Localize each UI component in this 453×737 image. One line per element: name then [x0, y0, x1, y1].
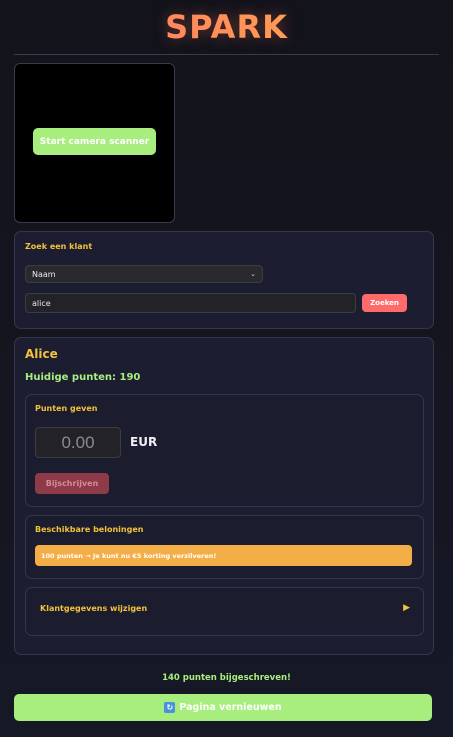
credit-button[interactable]: Bijschrijven — [35, 473, 109, 494]
header-divider — [14, 54, 439, 55]
app-logo: SPARK — [0, 8, 453, 46]
customer-name: Alice — [25, 347, 58, 361]
chevron-down-icon: ⌄ — [250, 270, 256, 278]
give-points-title: Punten geven — [35, 404, 98, 413]
rewards-title: Beschikbare beloningen — [35, 525, 144, 534]
give-points-section: Punten geven 0.00 EUR Bijschrijven — [25, 394, 424, 507]
edit-customer-section[interactable]: Klantgegevens wijzigen ▶ — [25, 587, 424, 636]
search-field-value: Naam — [32, 269, 56, 279]
expand-arrow-icon[interactable]: ▶ — [403, 603, 410, 613]
reward-item[interactable]: 100 punten → Je kunt nu €5 korting verzi… — [35, 545, 412, 566]
search-input[interactable]: alice — [25, 293, 356, 313]
status-message: 140 punten bijgeschreven! — [162, 673, 291, 683]
current-points: Huidige punten: 190 — [25, 372, 141, 383]
search-field-select[interactable]: Naam ⌄ — [25, 265, 263, 283]
customer-card: Alice Huidige punten: 190 Punten geven 0… — [14, 337, 434, 655]
camera-preview: Start camera scanner — [14, 63, 175, 223]
refresh-label: Pagina vernieuwen — [179, 702, 282, 713]
refresh-page-button[interactable]: ↻ Pagina vernieuwen — [14, 694, 432, 721]
start-camera-button[interactable]: Start camera scanner — [33, 128, 156, 155]
refresh-icon: ↻ — [164, 702, 176, 713]
search-button[interactable]: Zoeken — [362, 294, 407, 312]
amount-input[interactable]: 0.00 — [35, 427, 121, 458]
search-title: Zoek een klant — [25, 242, 93, 251]
edit-customer-title: Klantgegevens wijzigen — [40, 604, 148, 613]
search-card: Zoek een klant Naam ⌄ alice Zoeken — [14, 231, 434, 329]
rewards-section: Beschikbare beloningen 100 punten → Je k… — [25, 515, 424, 579]
currency-label: EUR — [130, 435, 158, 449]
